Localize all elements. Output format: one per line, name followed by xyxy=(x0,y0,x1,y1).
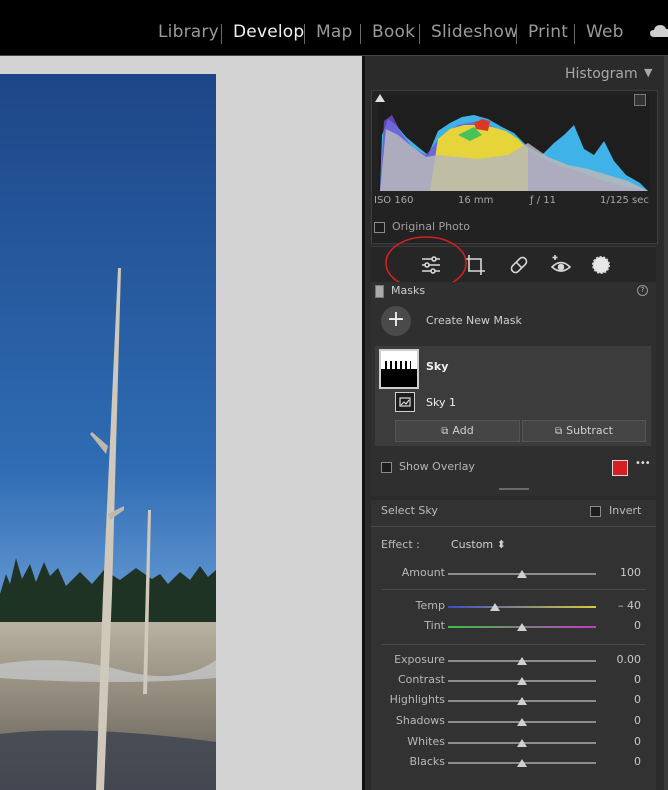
whites-label: Whites xyxy=(407,735,445,748)
highlights-slider-thumb[interactable] xyxy=(517,697,527,705)
original-photo-checkbox[interactable] xyxy=(374,222,385,233)
histogram-panel: ISO 160 16 mm ƒ / 11 1/125 sec Original … xyxy=(371,90,658,244)
masks-panel: Masks ? + Create New Mask Sky Sky 1 ⧉ Add… xyxy=(371,282,656,496)
shadows-value[interactable]: 0 xyxy=(601,714,641,727)
more-options-icon[interactable]: ••• xyxy=(635,458,651,469)
tint-slider-thumb[interactable] xyxy=(517,623,527,631)
add-label: Add xyxy=(452,424,474,437)
subtract-label: Subtract xyxy=(566,424,613,437)
effect-preset-dropdown[interactable]: Custom ⬍ xyxy=(451,538,506,551)
blacks-slider-thumb[interactable] xyxy=(517,759,527,767)
red-eye-icon[interactable] xyxy=(549,253,573,277)
select-sky-label: Select Sky xyxy=(381,504,438,517)
show-overlay-checkbox[interactable] xyxy=(381,462,392,473)
highlights-value[interactable]: 0 xyxy=(601,693,641,706)
photo-preview xyxy=(0,74,216,790)
amount-label: Amount xyxy=(401,566,445,579)
invert-checkbox[interactable] xyxy=(590,506,601,517)
module-web[interactable]: Web xyxy=(586,22,624,42)
subtract-icon: ⧉ xyxy=(554,426,563,437)
module-map[interactable]: Map xyxy=(316,22,352,42)
panel-scrollbar[interactable] xyxy=(664,56,668,790)
sky-component-icon[interactable] xyxy=(395,392,415,412)
invert-label: Invert xyxy=(609,504,642,517)
temp-slider-thumb[interactable] xyxy=(490,603,501,611)
temp-slider[interactable] xyxy=(448,606,596,608)
mask-component-name[interactable]: Sky 1 xyxy=(426,396,456,409)
cloud-sync-icon[interactable] xyxy=(650,24,668,38)
blacks-value[interactable]: 0 xyxy=(601,755,641,768)
module-print[interactable]: Print xyxy=(528,22,568,42)
masking-icon[interactable] xyxy=(589,253,613,277)
create-mask-plus-icon[interactable]: + xyxy=(381,306,411,336)
healing-bandage-icon[interactable] xyxy=(507,253,531,277)
subtract-button[interactable]: ⧉ Subtract xyxy=(522,420,646,442)
module-separator xyxy=(304,24,305,44)
histogram-graph[interactable] xyxy=(378,95,650,191)
show-overlay-label: Show Overlay xyxy=(399,460,475,473)
module-separator xyxy=(221,24,222,44)
exposure-slider-thumb[interactable] xyxy=(517,657,527,665)
contrast-value[interactable]: 0 xyxy=(601,673,641,686)
shadows-slider-thumb[interactable] xyxy=(517,718,527,726)
temp-value[interactable]: – 40 xyxy=(601,599,641,612)
add-icon: ⧉ xyxy=(441,426,449,437)
module-separator xyxy=(360,24,361,44)
contrast-slider-thumb[interactable] xyxy=(517,677,527,685)
right-panel: Histogram ▼ ISO 160 16 mm ƒ / 11 1/125 s… xyxy=(365,56,668,790)
module-book[interactable]: Book xyxy=(372,22,415,42)
exposure-value[interactable]: 0.00 xyxy=(601,653,642,666)
highlights-label: Highlights xyxy=(389,693,445,706)
module-separator xyxy=(516,24,517,44)
exif-focal-length: 16 mm xyxy=(458,195,494,206)
module-library[interactable]: Library xyxy=(158,22,219,42)
mask-name[interactable]: Sky xyxy=(426,360,448,373)
shadow-clipping-icon[interactable] xyxy=(375,94,385,102)
exposure-label: Exposure xyxy=(394,653,445,666)
module-separator xyxy=(574,24,575,44)
mask-adjustments-panel: Select Sky Invert Effect : Custom ⬍ Amou… xyxy=(371,500,656,790)
whites-slider-thumb[interactable] xyxy=(517,739,527,747)
original-photo-label: Original Photo xyxy=(392,220,470,233)
temp-label: Temp xyxy=(415,599,445,612)
photo-canvas[interactable] xyxy=(0,56,364,790)
exif-aperture: ƒ / 11 xyxy=(530,195,556,206)
exif-iso: ISO 160 xyxy=(374,195,414,206)
amount-value[interactable]: 100 xyxy=(601,566,641,579)
contrast-label: Contrast xyxy=(397,673,445,686)
highlight-clipping-icon[interactable] xyxy=(634,94,646,106)
add-button[interactable]: ⧉ Add xyxy=(395,420,520,442)
effect-label: Effect : xyxy=(381,538,420,551)
panel-collapse-icon[interactable]: ▼ xyxy=(644,66,652,79)
masks-title: Masks xyxy=(391,284,426,297)
histogram-title[interactable]: Histogram xyxy=(565,66,638,82)
whites-value[interactable]: 0 xyxy=(601,735,641,748)
help-icon[interactable]: ? xyxy=(637,285,648,296)
create-new-mask-label[interactable]: Create New Mask xyxy=(426,314,522,327)
tint-value[interactable]: 0 xyxy=(601,619,641,632)
module-slideshow[interactable]: Slideshow xyxy=(431,22,518,42)
module-picker-bar: Library Develop Map Book Slideshow Print… xyxy=(0,0,668,56)
module-develop[interactable]: Develop xyxy=(233,22,304,42)
mask-thumbnail[interactable] xyxy=(379,349,419,389)
tint-label: Tint xyxy=(424,619,445,632)
masks-drag-handle[interactable] xyxy=(499,488,529,490)
exif-shutter: 1/125 sec xyxy=(600,195,649,206)
blacks-label: Blacks xyxy=(409,755,446,768)
module-separator xyxy=(419,24,420,44)
overlay-color-swatch[interactable] xyxy=(612,460,628,476)
amount-slider-thumb[interactable] xyxy=(517,570,527,578)
shadows-label: Shadows xyxy=(395,714,445,727)
masks-panel-switch[interactable] xyxy=(375,285,384,298)
